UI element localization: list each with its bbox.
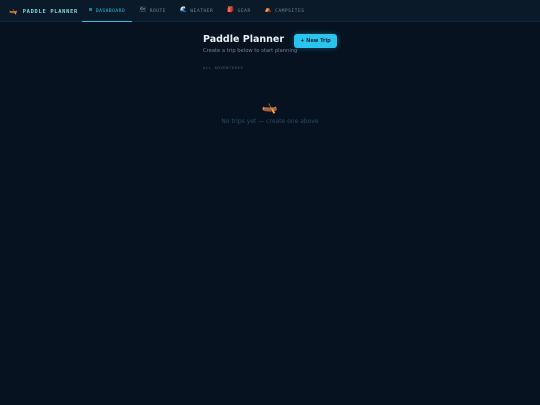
section-label: ALL ADVENTURES — [203, 65, 244, 70]
tab-label: DASHBOARD — [95, 8, 126, 14]
tab-label: ROUTE — [149, 8, 167, 14]
tab-label: CAMPSITES — [275, 8, 305, 14]
map-icon: 🗺 — [139, 7, 147, 14]
grid-icon: ⊞ — [89, 7, 93, 14]
new-trip-button[interactable]: + New Trip — [294, 34, 337, 48]
brand-name: PADDLE PLANNER — [22, 8, 78, 15]
empty-state-text: No trips yet — create one above — [221, 118, 319, 125]
tab-dashboard[interactable]: ⊞ DASHBOARD — [82, 0, 133, 22]
canoe-icon: 🛶 — [9, 7, 18, 15]
canoe-icon: 🛶 — [261, 100, 279, 115]
backpack-icon: 🎒 — [227, 7, 235, 14]
tent-icon: ⛺ — [264, 7, 273, 14]
empty-state: 🛶 No trips yet — create one above — [200, 100, 340, 125]
tab-gear[interactable]: 🎒 GEAR — [220, 0, 257, 22]
tab-label: WEATHER — [190, 8, 214, 14]
nav-tabs: ⊞ DASHBOARD 🗺 ROUTE 🌊 WEATHER 🎒 GEAR ⛺ C… — [82, 0, 311, 22]
brand[interactable]: 🛶 PADDLE PLANNER — [9, 6, 78, 17]
tab-route[interactable]: 🗺 ROUTE — [132, 0, 173, 22]
tab-weather[interactable]: 🌊 WEATHER — [173, 0, 220, 22]
tab-campsites[interactable]: ⛺ CAMPSITES — [258, 0, 312, 22]
tab-label: GEAR — [237, 8, 251, 14]
top-navigation-bar: 🛶 PADDLE PLANNER ⊞ DASHBOARD 🗺 ROUTE 🌊 W… — [0, 0, 540, 22]
weather-icon: 🌊 — [180, 7, 188, 14]
page-subtitle: Create a trip below to start planning — [203, 48, 298, 54]
